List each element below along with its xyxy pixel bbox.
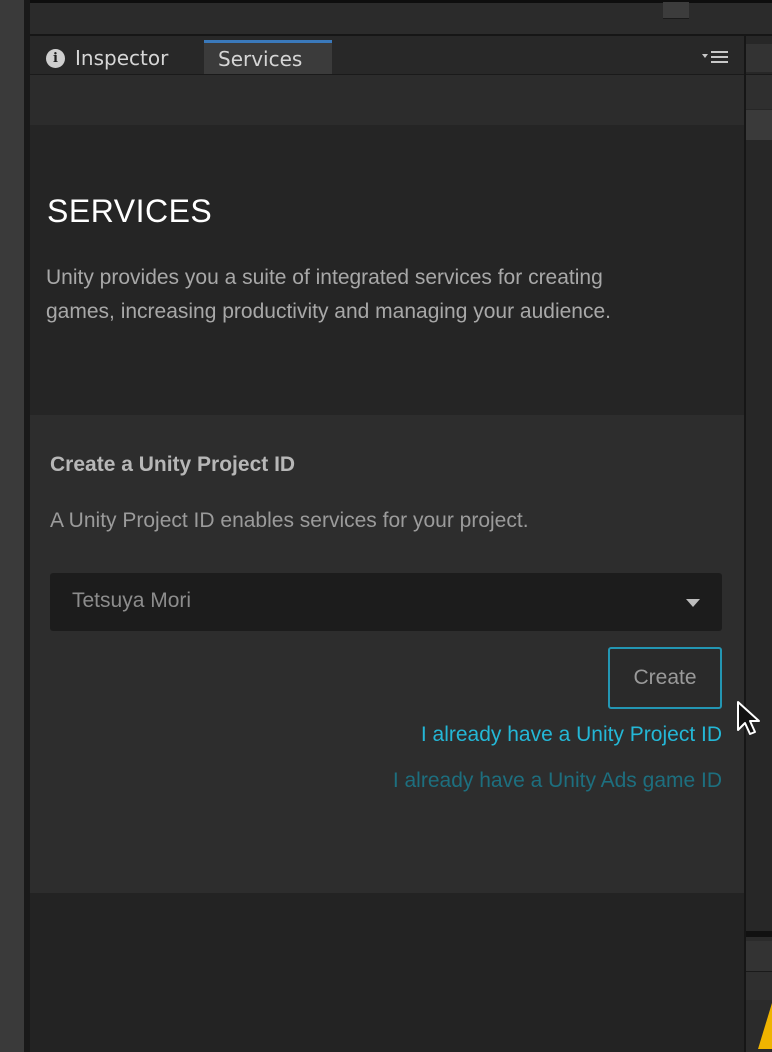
existing-project-id-link[interactable]: I already have a Unity Project ID xyxy=(421,723,722,747)
info-icon: i xyxy=(46,48,65,68)
card-description: A Unity Project ID enables services for … xyxy=(50,509,529,532)
organization-value: Tetsuya Mori xyxy=(72,589,192,612)
services-description: Unity provides you a suite of integrated… xyxy=(46,266,612,323)
right-panel-toolbar xyxy=(746,74,772,109)
tab-services-label: Services xyxy=(218,46,303,71)
tab-services[interactable]: Services xyxy=(204,40,332,74)
right-lower-tab[interactable] xyxy=(746,941,772,971)
right-panel-lower xyxy=(746,937,772,1052)
create-button[interactable]: Create xyxy=(608,647,722,709)
panel-menu-icon[interactable] xyxy=(702,50,728,64)
project-id-card: Create a Unity Project ID A Unity Projec… xyxy=(30,415,744,893)
tab-inspector-label: Inspector xyxy=(75,46,169,70)
warning-icon xyxy=(758,1003,772,1049)
top-border xyxy=(30,0,772,3)
right-lower-toolbar xyxy=(746,971,772,1000)
page-title: SERVICES xyxy=(47,193,213,229)
panel-tab-bar: i Inspector Services xyxy=(30,36,744,75)
left-dock-edge xyxy=(0,0,24,1052)
top-panel-strip xyxy=(30,0,772,36)
panel-empty-area xyxy=(30,893,744,1052)
card-title: Create a Unity Project ID xyxy=(50,453,296,476)
right-panel-row xyxy=(746,110,772,140)
right-panel-upper xyxy=(746,36,772,931)
right-panel-tab[interactable] xyxy=(746,44,772,72)
existing-ads-game-id-link[interactable]: I already have a Unity Ads game ID xyxy=(393,769,722,793)
tab-inspector[interactable]: i Inspector xyxy=(46,42,168,74)
services-header: SERVICES Unity provides you a suite of i… xyxy=(30,125,744,415)
services-toolbar xyxy=(30,75,744,125)
scrollbar-thumb[interactable] xyxy=(663,2,689,19)
mouse-cursor-icon xyxy=(737,701,760,735)
organization-dropdown[interactable]: Tetsuya Mori xyxy=(50,573,722,631)
chevron-down-icon xyxy=(686,599,700,607)
